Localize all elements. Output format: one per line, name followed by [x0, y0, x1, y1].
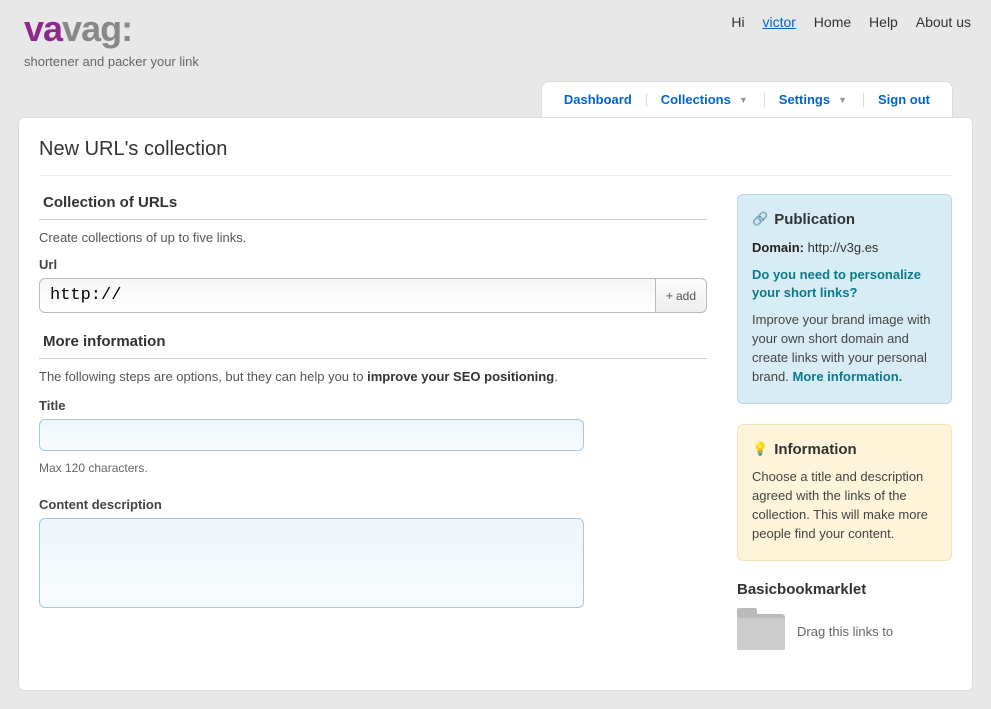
title-label: Title — [39, 398, 707, 413]
bookmarklet-heading: Basicbookmarklet — [737, 581, 952, 598]
information-body: Choose a title and description agreed wi… — [752, 468, 937, 543]
tab-separator — [764, 93, 765, 107]
tab-collections[interactable]: Collections — [661, 92, 731, 107]
domain-label: Domain: — [752, 240, 804, 255]
seo-hint-bold: improve your SEO positioning — [367, 369, 554, 384]
desc-input[interactable] — [39, 518, 584, 608]
information-panel: 💡 Information Choose a title and descript… — [737, 424, 952, 561]
seo-hint-post: . — [554, 369, 558, 384]
publication-panel: 🔗 Publication Domain: http://v3g.es Do yo… — [737, 194, 952, 404]
page-title: New URL's collection — [39, 138, 952, 176]
main-column: Collection of URLs Create collections of… — [39, 194, 707, 650]
tab-separator — [646, 93, 647, 107]
tab-settings[interactable]: Settings — [779, 92, 830, 107]
top-links: Hi victor Home Help About us — [731, 8, 971, 30]
url-input[interactable] — [39, 278, 656, 313]
tab-separator — [863, 93, 864, 107]
title-hint: Max 120 characters. — [39, 461, 707, 475]
tab-signout[interactable]: Sign out — [878, 92, 930, 107]
desc-label: Content description — [39, 497, 707, 512]
chevron-down-icon[interactable]: ▼ — [838, 95, 847, 105]
side-column: 🔗 Publication Domain: http://v3g.es Do yo… — [737, 194, 952, 650]
title-input[interactable] — [39, 419, 584, 451]
seo-hint: The following steps are options, but the… — [39, 369, 707, 384]
more-info-link[interactable]: More information. — [792, 369, 902, 384]
section-moreinfo-heading: More information — [39, 333, 707, 359]
tab-dashboard[interactable]: Dashboard — [564, 92, 632, 107]
personalize-question: Do you need to personalize your short li… — [752, 266, 937, 304]
help-link[interactable]: Help — [869, 14, 898, 30]
add-button[interactable]: add — [656, 278, 707, 313]
main-tabs: Dashboard Collections ▼ Settings ▼ Sign … — [541, 81, 953, 117]
logo-colon: : — [121, 8, 132, 49]
chevron-down-icon[interactable]: ▼ — [739, 95, 748, 105]
section-urls-heading: Collection of URLs — [39, 194, 707, 220]
bulb-icon: 💡 — [752, 440, 768, 459]
domain-value: http://v3g.es — [804, 240, 878, 255]
information-heading: Information — [774, 439, 857, 461]
add-button-label: add — [676, 289, 696, 303]
seo-hint-pre: The following steps are options, but the… — [39, 369, 367, 384]
home-link[interactable]: Home — [814, 14, 851, 30]
bookmarklet-row: Drag this links to — [737, 614, 952, 650]
logo[interactable]: vavag: — [24, 8, 199, 50]
about-link[interactable]: About us — [916, 14, 971, 30]
user-link[interactable]: victor — [762, 14, 795, 30]
logo-part1: va — [24, 8, 62, 49]
urls-hint: Create collections of up to five links. — [39, 230, 707, 245]
publication-body: Improve your brand image with your own s… — [752, 311, 937, 386]
brand-block: vavag: shortener and packer your link — [24, 8, 199, 69]
bookmarklet-text: Drag this links to — [797, 624, 893, 639]
greeting-hi: Hi — [731, 14, 748, 30]
tagline: shortener and packer your link — [24, 54, 199, 69]
link-icon: 🔗 — [752, 210, 768, 229]
url-label: Url — [39, 257, 707, 272]
publication-heading: Publication — [774, 209, 855, 231]
folder-icon — [737, 614, 785, 650]
logo-part2: vag — [62, 8, 121, 49]
